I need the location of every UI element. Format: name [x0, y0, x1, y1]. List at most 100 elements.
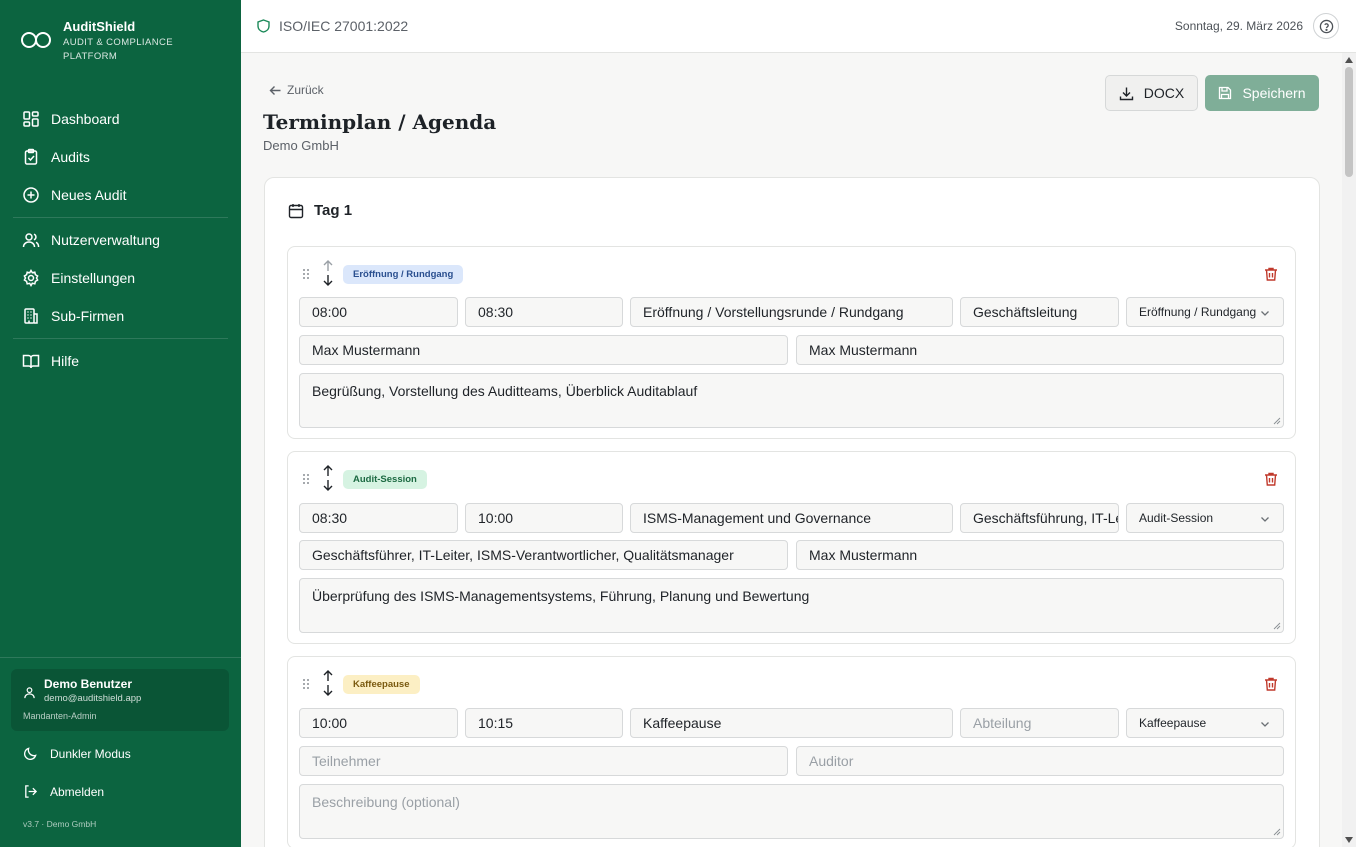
save-button[interactable]: Speichern [1205, 75, 1319, 111]
dark-mode-toggle[interactable]: Dunkler Modus [23, 746, 131, 761]
standard-label: ISO/IEC 27001:2022 [279, 18, 409, 34]
drag-handle-icon[interactable] [302, 268, 310, 280]
sidebar-item-label: Hilfe [51, 353, 80, 369]
scroll-down-arrow-icon[interactable] [1345, 837, 1353, 843]
user-email: demo@auditshield.app [44, 693, 142, 704]
help-button[interactable] [1313, 13, 1339, 39]
trash-icon[interactable] [1263, 266, 1279, 282]
sidebar-item-label: Neues Audit [51, 187, 127, 203]
description-textarea[interactable]: Begrüßung, Vorstellung des Auditteams, Ü… [299, 373, 1284, 428]
type-badge: Kaffeepause [343, 675, 420, 694]
sidebar-item-sub-companies[interactable]: Sub-Firmen [0, 297, 241, 335]
drag-handle-icon[interactable] [302, 678, 310, 690]
resize-handle-icon[interactable] [1273, 622, 1281, 630]
nav-divider [13, 217, 228, 218]
save-label: Speichern [1242, 85, 1306, 101]
plus-circle-icon [23, 187, 39, 203]
type-select[interactable]: Kaffeepause [1126, 708, 1284, 738]
sidebar-item-audits[interactable]: Audits [0, 138, 241, 176]
logout-button[interactable]: Abmelden [23, 784, 104, 799]
docx-export-button[interactable]: DOCX [1105, 75, 1198, 111]
type-select[interactable]: Eröffnung / Rundgang [1126, 297, 1284, 327]
sidebar-nav: Dashboard Audits Neues Audit Nutzerverwa… [0, 100, 241, 380]
dashboard-icon [23, 111, 39, 127]
dark-mode-label: Dunkler Modus [50, 746, 131, 761]
reorder-controls [321, 669, 335, 699]
arrow-down-icon[interactable] [321, 478, 335, 492]
user-name: Demo Benutzer [44, 677, 133, 691]
calendar-icon [288, 203, 304, 218]
description-textarea[interactable]: Beschreibung (optional) [299, 784, 1284, 839]
page-scrollbar[interactable] [1342, 53, 1356, 847]
sidebar-item-users[interactable]: Nutzerverwaltung [0, 221, 241, 259]
department-input[interactable]: Abteilung [960, 708, 1119, 738]
book-icon [22, 354, 40, 369]
topic-input[interactable]: Kaffeepause [630, 708, 953, 738]
reorder-controls [321, 464, 335, 494]
start-time-input[interactable]: 10:00 [299, 708, 458, 738]
participants-input[interactable]: Geschäftsführer, IT-Leiter, ISMS-Verantw… [299, 540, 788, 570]
agenda-item: Kaffeepause 10:00 10:15 Kaffeepause Abte… [287, 656, 1296, 847]
auditor-input[interactable]: Auditor [796, 746, 1284, 776]
help-icon [1319, 19, 1333, 33]
version-label: v3.7 · Demo GmbH [23, 819, 97, 829]
drag-handle-icon[interactable] [302, 473, 310, 485]
nav-divider [13, 338, 228, 339]
description-placeholder: Beschreibung (optional) [312, 794, 460, 810]
end-time-input[interactable]: 10:00 [465, 503, 623, 533]
docx-label: DOCX [1143, 85, 1185, 101]
type-select-value: Kaffeepause [1139, 716, 1207, 730]
sidebar-item-label: Nutzerverwaltung [51, 232, 160, 248]
current-date: Sonntag, 29. März 2026 [1174, 19, 1303, 33]
arrow-up-icon[interactable] [321, 259, 335, 273]
department-input[interactable]: Geschäftsführung, IT-Leitung [960, 503, 1119, 533]
arrow-down-icon[interactable] [321, 683, 335, 697]
day-heading: Tag 1 [288, 202, 352, 219]
logout-label: Abmelden [50, 784, 105, 799]
topic-input[interactable]: ISMS-Management und Governance [630, 503, 953, 533]
trash-icon[interactable] [1263, 676, 1279, 692]
end-time-input[interactable]: 10:15 [465, 708, 623, 738]
type-badge: Eröffnung / Rundgang [343, 265, 464, 284]
start-time-input[interactable]: 08:30 [299, 503, 458, 533]
moon-icon [24, 747, 37, 760]
description-text: Überprüfung des ISMS-Managementsystems, … [312, 588, 810, 604]
sidebar-item-label: Dashboard [51, 111, 120, 127]
arrow-left-icon [269, 85, 281, 95]
sidebar-item-settings[interactable]: Einstellungen [0, 259, 241, 297]
arrow-up-icon[interactable] [321, 464, 335, 478]
sidebar-item-dashboard[interactable]: Dashboard [0, 100, 241, 138]
user-card[interactable]: Demo Benutzer demo@auditshield.app Manda… [11, 669, 229, 731]
brand[interactable]: AuditShield AUDIT & COMPLIANCE PLATFORM [20, 18, 183, 64]
description-textarea[interactable]: Überprüfung des ISMS-Managementsystems, … [299, 578, 1284, 633]
arrow-up-icon[interactable] [321, 669, 335, 683]
end-time-input[interactable]: 08:30 [465, 297, 623, 327]
participants-input[interactable]: Max Mustermann [299, 335, 788, 365]
auditor-input[interactable]: Max Mustermann [796, 335, 1284, 365]
description-text: Begrüßung, Vorstellung des Auditteams, Ü… [312, 383, 698, 399]
start-time-input[interactable]: 08:00 [299, 297, 458, 327]
sidebar-item-label: Sub-Firmen [51, 308, 125, 324]
shield-icon [257, 19, 270, 33]
sidebar-item-help[interactable]: Hilfe [0, 342, 241, 380]
chevron-down-icon [1261, 517, 1269, 522]
save-icon [1219, 86, 1232, 100]
participants-input[interactable]: Teilnehmer [299, 746, 788, 776]
scrollbar-thumb[interactable] [1345, 67, 1353, 177]
scroll-up-arrow-icon[interactable] [1345, 57, 1353, 63]
sidebar-item-label: Audits [51, 149, 90, 165]
department-input[interactable]: Geschäftsleitung [960, 297, 1119, 327]
back-link[interactable]: Zurück [269, 83, 324, 97]
resize-handle-icon[interactable] [1273, 828, 1281, 836]
auditor-input[interactable]: Max Mustermann [796, 540, 1284, 570]
type-badge: Audit-Session [343, 470, 427, 489]
trash-icon[interactable] [1263, 471, 1279, 487]
app-subtitle: AUDIT & COMPLIANCE PLATFORM [63, 37, 173, 62]
resize-handle-icon[interactable] [1273, 417, 1281, 425]
type-select[interactable]: Audit-Session [1126, 503, 1284, 533]
arrow-down-icon[interactable] [321, 273, 335, 287]
topbar: ISO/IEC 27001:2022 Sonntag, 29. März 202… [241, 0, 1356, 53]
sidebar-item-new-audit[interactable]: Neues Audit [0, 176, 241, 214]
logout-icon [25, 785, 38, 798]
topic-input[interactable]: Eröffnung / Vorstellungsrunde / Rundgang [630, 297, 953, 327]
